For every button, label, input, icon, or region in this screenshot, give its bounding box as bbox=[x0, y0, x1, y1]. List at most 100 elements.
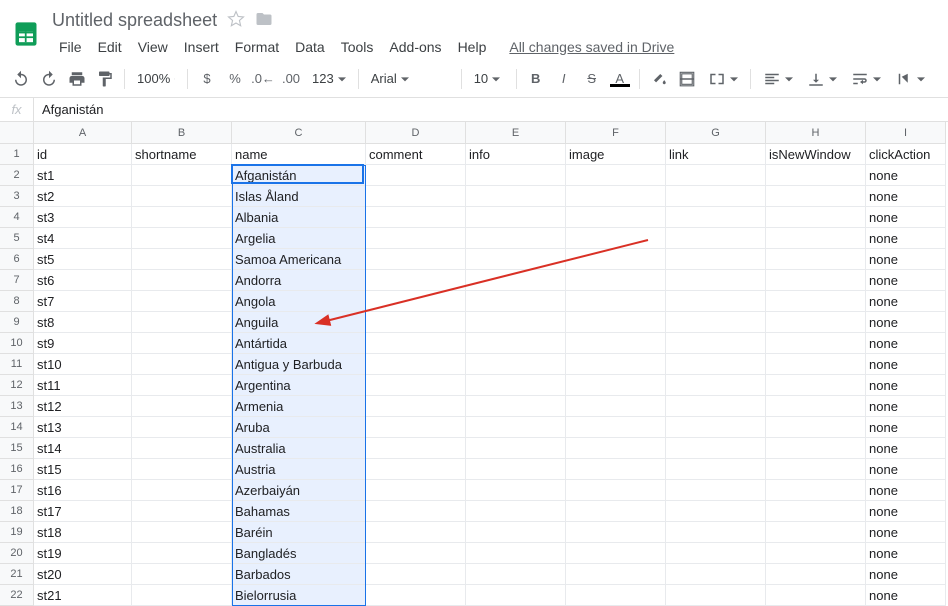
cell[interactable] bbox=[566, 438, 666, 459]
cell[interactable]: Bahamas bbox=[232, 501, 366, 522]
cell[interactable]: none bbox=[866, 207, 946, 228]
sheets-logo[interactable] bbox=[8, 10, 44, 58]
strikethrough-button[interactable]: S bbox=[579, 66, 605, 92]
cell[interactable] bbox=[766, 312, 866, 333]
menu-file[interactable]: File bbox=[52, 35, 89, 59]
cell[interactable]: Bangladés bbox=[232, 543, 366, 564]
star-icon[interactable] bbox=[227, 10, 245, 31]
cell[interactable] bbox=[766, 186, 866, 207]
cell[interactable] bbox=[666, 165, 766, 186]
cell[interactable] bbox=[132, 291, 232, 312]
cell[interactable] bbox=[132, 543, 232, 564]
cell[interactable]: none bbox=[866, 333, 946, 354]
cell[interactable]: st19 bbox=[34, 543, 132, 564]
cell[interactable]: Austria bbox=[232, 459, 366, 480]
cell[interactable]: none bbox=[866, 585, 946, 606]
cell[interactable] bbox=[466, 375, 566, 396]
cell[interactable]: st10 bbox=[34, 354, 132, 375]
cell[interactable]: none bbox=[866, 522, 946, 543]
cell[interactable] bbox=[766, 585, 866, 606]
cell[interactable]: clickAction bbox=[866, 144, 946, 165]
menu-addons[interactable]: Add-ons bbox=[382, 35, 448, 59]
formula-input[interactable]: Afganistán bbox=[34, 102, 948, 117]
cell[interactable] bbox=[466, 291, 566, 312]
redo-button[interactable] bbox=[36, 66, 62, 92]
borders-button[interactable] bbox=[674, 66, 700, 92]
cell[interactable] bbox=[132, 354, 232, 375]
cell[interactable] bbox=[366, 291, 466, 312]
cell[interactable]: Albania bbox=[232, 207, 366, 228]
cell[interactable] bbox=[666, 480, 766, 501]
save-status[interactable]: All changes saved in Drive bbox=[509, 39, 674, 55]
cell[interactable] bbox=[466, 186, 566, 207]
folder-icon[interactable] bbox=[255, 10, 273, 31]
italic-button[interactable]: I bbox=[551, 66, 577, 92]
cell[interactable]: image bbox=[566, 144, 666, 165]
cell[interactable] bbox=[666, 522, 766, 543]
font-dropdown[interactable]: Arial bbox=[365, 66, 455, 92]
cell[interactable] bbox=[766, 459, 866, 480]
cell[interactable] bbox=[366, 543, 466, 564]
cell[interactable]: st20 bbox=[34, 564, 132, 585]
cell[interactable] bbox=[666, 186, 766, 207]
cell[interactable] bbox=[366, 585, 466, 606]
row-header-6[interactable]: 6 bbox=[0, 249, 34, 270]
col-header-A[interactable]: A bbox=[34, 122, 132, 144]
cell[interactable] bbox=[766, 438, 866, 459]
cell[interactable]: st3 bbox=[34, 207, 132, 228]
cell[interactable] bbox=[366, 228, 466, 249]
cell[interactable]: comment bbox=[366, 144, 466, 165]
col-header-B[interactable]: B bbox=[132, 122, 232, 144]
cell[interactable] bbox=[466, 564, 566, 585]
cell[interactable] bbox=[132, 501, 232, 522]
row-header-13[interactable]: 13 bbox=[0, 396, 34, 417]
cell[interactable]: Samoa Americana bbox=[232, 249, 366, 270]
increase-decimal-button[interactable]: .00 bbox=[278, 66, 304, 92]
cell[interactable] bbox=[566, 270, 666, 291]
row-header-20[interactable]: 20 bbox=[0, 543, 34, 564]
cell[interactable] bbox=[766, 165, 866, 186]
font-size-dropdown[interactable]: 10 bbox=[468, 66, 510, 92]
cell[interactable] bbox=[466, 249, 566, 270]
cell[interactable]: none bbox=[866, 228, 946, 249]
cell[interactable]: Islas Åland bbox=[232, 186, 366, 207]
row-header-21[interactable]: 21 bbox=[0, 564, 34, 585]
cell[interactable] bbox=[466, 270, 566, 291]
cell[interactable] bbox=[566, 186, 666, 207]
cell[interactable]: none bbox=[866, 249, 946, 270]
cell[interactable]: isNewWindow bbox=[766, 144, 866, 165]
valign-dropdown[interactable] bbox=[801, 66, 843, 92]
cell[interactable]: st6 bbox=[34, 270, 132, 291]
cell[interactable] bbox=[566, 228, 666, 249]
cell[interactable] bbox=[566, 480, 666, 501]
cell[interactable] bbox=[366, 354, 466, 375]
cell[interactable]: shortname bbox=[132, 144, 232, 165]
select-all-corner[interactable] bbox=[0, 122, 34, 144]
cell[interactable]: none bbox=[866, 459, 946, 480]
menu-data[interactable]: Data bbox=[288, 35, 332, 59]
cell[interactable] bbox=[666, 396, 766, 417]
cell[interactable]: Bielorrusia bbox=[232, 585, 366, 606]
cell[interactable]: st8 bbox=[34, 312, 132, 333]
cell[interactable] bbox=[666, 312, 766, 333]
cell[interactable] bbox=[766, 522, 866, 543]
menu-help[interactable]: Help bbox=[451, 35, 494, 59]
row-header-3[interactable]: 3 bbox=[0, 186, 34, 207]
cell[interactable] bbox=[466, 501, 566, 522]
cell[interactable]: st12 bbox=[34, 396, 132, 417]
cell[interactable] bbox=[566, 312, 666, 333]
cell[interactable] bbox=[132, 333, 232, 354]
cell[interactable]: none bbox=[866, 564, 946, 585]
cell[interactable] bbox=[466, 228, 566, 249]
cell[interactable] bbox=[566, 249, 666, 270]
cell[interactable] bbox=[366, 186, 466, 207]
cell[interactable]: Barbados bbox=[232, 564, 366, 585]
row-header-18[interactable]: 18 bbox=[0, 501, 34, 522]
cell[interactable] bbox=[132, 459, 232, 480]
menu-tools[interactable]: Tools bbox=[334, 35, 381, 59]
cell[interactable] bbox=[466, 522, 566, 543]
col-header-C[interactable]: C bbox=[232, 122, 366, 144]
row-header-9[interactable]: 9 bbox=[0, 312, 34, 333]
cell[interactable] bbox=[366, 417, 466, 438]
cell[interactable] bbox=[466, 543, 566, 564]
